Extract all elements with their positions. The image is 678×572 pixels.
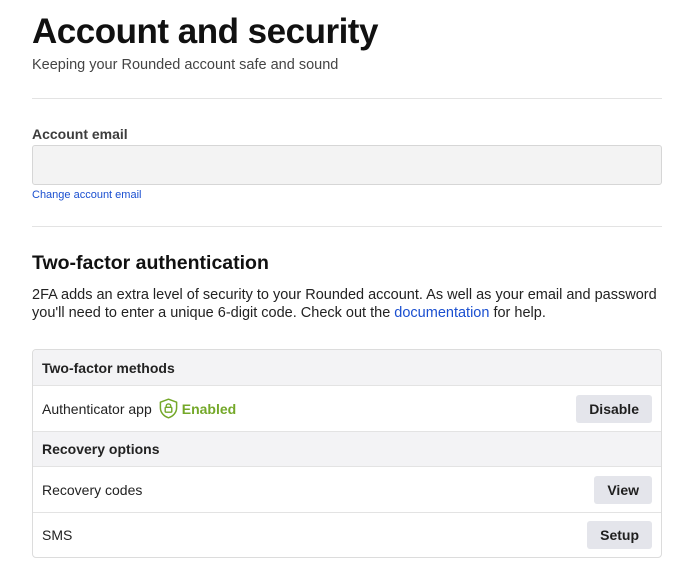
page-title: Account and security — [32, 12, 378, 51]
recovery-options-header-label: Recovery options — [42, 441, 160, 457]
sms-row: SMS Setup — [33, 512, 661, 557]
two-factor-methods-header: Two-factor methods — [33, 350, 661, 385]
status-badge: Enabled — [159, 398, 236, 419]
change-account-email-link[interactable]: Change account email — [32, 189, 141, 202]
account-email-input[interactable] — [32, 145, 662, 185]
two-factor-title: Two-factor authentication — [32, 252, 269, 274]
two-factor-methods-header-label: Two-factor methods — [42, 359, 175, 376]
two-factor-description-text: 2FA adds an extra level of security to y… — [32, 287, 657, 321]
status-label: Enabled — [181, 400, 237, 417]
disable-authenticator-button[interactable]: Disable — [576, 394, 652, 423]
recovery-codes-row: Recovery codes View — [33, 466, 661, 512]
authenticator-app-row: Authenticator app Enabled Disable — [33, 385, 661, 431]
view-recovery-codes-button[interactable]: View — [594, 475, 652, 504]
two-factor-table: Two-factor methods Authenticator app Ena… — [32, 349, 662, 558]
account-email-label: Account email — [32, 126, 128, 142]
two-factor-description: 2FA adds an extra level of security to y… — [32, 286, 662, 322]
two-factor-description-text-end: for help. — [489, 305, 546, 321]
documentation-link[interactable]: documentation — [394, 305, 489, 321]
recovery-options-header: Recovery options — [33, 431, 661, 466]
page-subtitle: Keeping your Rounded account safe and so… — [32, 57, 339, 73]
divider — [32, 98, 662, 99]
shield-lock-icon — [159, 398, 178, 419]
divider — [32, 226, 662, 227]
setup-sms-button[interactable]: Setup — [587, 521, 652, 549]
recovery-codes-label: Recovery codes — [42, 481, 143, 498]
sms-label: SMS — [42, 527, 73, 543]
authenticator-app-label: Authenticator app — [42, 400, 152, 417]
